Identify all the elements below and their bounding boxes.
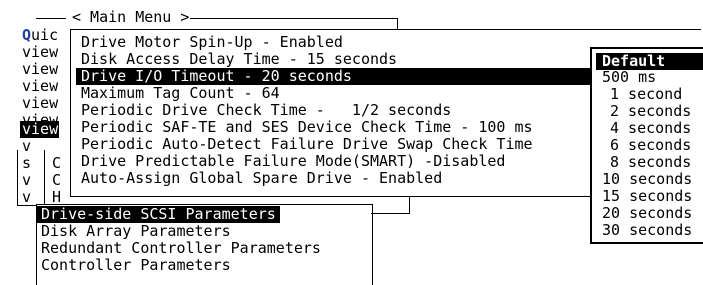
drive-param-smart-mode[interactable]: Drive Predictable Failure Mode(SMART) -D…: [81, 153, 505, 170]
covered-item-letter-1: C: [52, 154, 62, 172]
covered-item-letter-2: C: [52, 171, 62, 189]
drive-param-io-timeout[interactable]: Drive I/O Timeout - 20 seconds: [76, 68, 629, 85]
drive-param-motor-spinup[interactable]: Drive Motor Spin-Up - Enabled: [81, 34, 343, 51]
main-menu-item-s[interactable]: s: [22, 155, 31, 172]
drive-param-safte-ses-check[interactable]: Periodic SAF-TE and SES Device Check Tim…: [81, 119, 533, 136]
drive-param-auto-assign-spare[interactable]: Auto-Assign Global Spare Drive - Enabled: [81, 170, 442, 187]
drive-param-periodic-drive-check[interactable]: Periodic Drive Check Time - 1/2 seconds: [81, 102, 451, 119]
main-menu-item-v-3[interactable]: v: [22, 189, 31, 206]
main-menu-item-view-4[interactable]: view: [22, 95, 58, 112]
main-menu-item-view-3[interactable]: view: [22, 78, 58, 95]
main-menu-item-view-config[interactable]: view: [20, 121, 60, 138]
main-menu-item-view-2[interactable]: view: [22, 61, 58, 78]
drive-param-max-tag-count[interactable]: Maximum Tag Count - 64: [81, 85, 280, 102]
timeout-option-2s[interactable]: 2 seconds: [610, 103, 691, 120]
config-item-redundant-controller[interactable]: Redundant Controller Parameters: [41, 240, 321, 257]
timeout-option-8s[interactable]: 8 seconds: [610, 154, 691, 171]
main-menu-title: < Main Menu >: [72, 8, 190, 26]
main-menu-item-v-1[interactable]: v: [22, 138, 31, 155]
timeout-option-20s[interactable]: 20 seconds: [602, 205, 692, 222]
drive-param-disk-access-delay[interactable]: Disk Access Delay Time - 15 seconds: [81, 51, 397, 68]
config-item-disk-array[interactable]: Disk Array Parameters: [41, 223, 231, 240]
timeout-option-4s[interactable]: 4 seconds: [610, 120, 691, 137]
config-item-controller[interactable]: Controller Parameters: [41, 257, 231, 274]
timeout-option-6s[interactable]: 6 seconds: [610, 137, 691, 154]
main-menu-item-view-1[interactable]: view: [22, 44, 58, 61]
config-item-drive-side-scsi[interactable]: Drive-side SCSI Parameters: [37, 206, 280, 223]
drive-param-auto-detect-swap[interactable]: Periodic Auto-Detect Failure Drive Swap …: [81, 136, 533, 153]
timeout-option-500ms[interactable]: 500 ms: [602, 69, 656, 86]
timeout-option-10s[interactable]: 10 seconds: [602, 171, 692, 188]
config-params-menu: Drive-side SCSI Parameters Disk Array Pa…: [36, 204, 373, 285]
timeout-options-list: Default 500 ms 1 second 2 seconds 4 seco…: [590, 47, 703, 244]
quick-install-item[interactable]: Quic: [22, 27, 58, 44]
main-menu-item-v-2[interactable]: v: [22, 172, 31, 189]
timeout-option-30s[interactable]: 30 seconds: [602, 222, 692, 239]
timeout-option-1s[interactable]: 1 second: [610, 86, 682, 103]
timeout-option-15s[interactable]: 15 seconds: [602, 188, 692, 205]
